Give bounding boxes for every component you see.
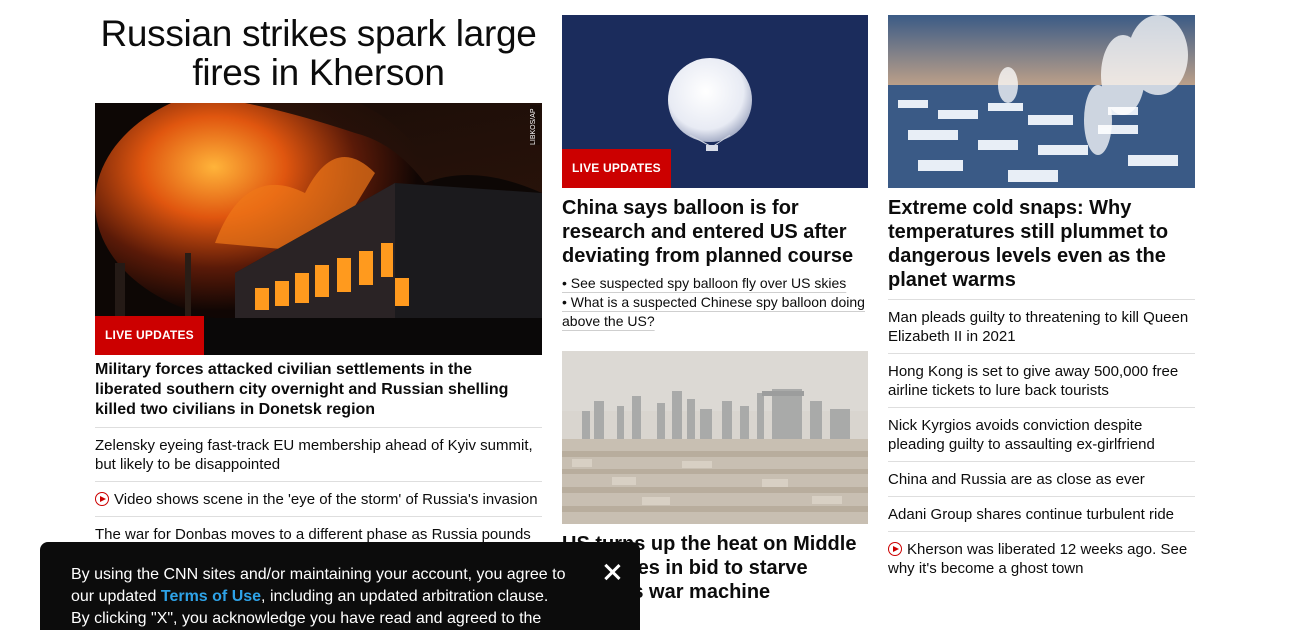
lead-story-text: Military forces attacked civilian settle… <box>95 358 542 551</box>
list-item[interactable]: Nick Kyrgios avoids conviction despite p… <box>888 407 1195 461</box>
close-icon[interactable] <box>598 558 626 586</box>
snow-image[interactable] <box>888 15 1195 188</box>
middle-column: LIVE UPDATES China says balloon is for r… <box>562 15 868 603</box>
city-skyline-photo <box>562 351 868 524</box>
terms-of-use-link[interactable]: Terms of Use <box>161 588 261 605</box>
play-video-icon <box>95 492 109 506</box>
list-item[interactable]: China and Russia are as close as ever <box>888 461 1195 496</box>
lead-feature-title[interactable]: Military forces attacked civilian settle… <box>95 360 542 420</box>
play-video-icon <box>888 542 902 556</box>
snowy-town-photo <box>888 15 1195 188</box>
balloon-headline[interactable]: China says balloon is for research and e… <box>562 196 868 268</box>
list-item[interactable]: Hong Kong is set to give away 500,000 fr… <box>888 353 1195 407</box>
cold-snaps-headline[interactable]: Extreme cold snaps: Why temperatures sti… <box>888 196 1195 292</box>
list-item[interactable]: Man pleads guilty to threatening to kill… <box>888 299 1195 353</box>
terms-consent-banner: By using the CNN sites and/or maintainin… <box>40 542 640 630</box>
balloon-related-links: • See suspected spy balloon fly over US … <box>562 274 868 331</box>
lead-related-list: Zelensky eyeing fast-track EU membership… <box>95 427 542 551</box>
list-item[interactable]: Adani Group shares continue turbulent ri… <box>888 496 1195 531</box>
list-item[interactable]: Zelensky eyeing fast-track EU membership… <box>95 427 542 481</box>
related-link[interactable]: • See suspected spy balloon fly over US … <box>562 275 846 291</box>
list-item[interactable]: Video shows scene in the 'eye of the sto… <box>95 481 542 516</box>
lead-image[interactable]: LIBKOS/AP LIVE UPDATES <box>95 103 542 355</box>
right-column: Extreme cold snaps: Why temperatures sti… <box>888 15 1195 585</box>
balloon-image[interactable]: LIVE UPDATES <box>562 15 868 188</box>
lead-headline[interactable]: Russian strikes spark large fires in Khe… <box>95 14 542 92</box>
related-link[interactable]: • What is a suspected Chinese spy balloo… <box>562 294 865 329</box>
headline-list: Man pleads guilty to threatening to kill… <box>888 299 1195 585</box>
live-updates-badge[interactable]: LIVE UPDATES <box>95 316 204 355</box>
photo-credit: LIBKOS/AP <box>530 105 540 145</box>
list-item[interactable]: Kherson was liberated 12 weeks ago. See … <box>888 531 1195 585</box>
skyline-image[interactable] <box>562 351 868 524</box>
consent-text: By using the CNN sites and/or maintainin… <box>71 566 566 627</box>
live-updates-badge[interactable]: LIVE UPDATES <box>562 149 671 188</box>
